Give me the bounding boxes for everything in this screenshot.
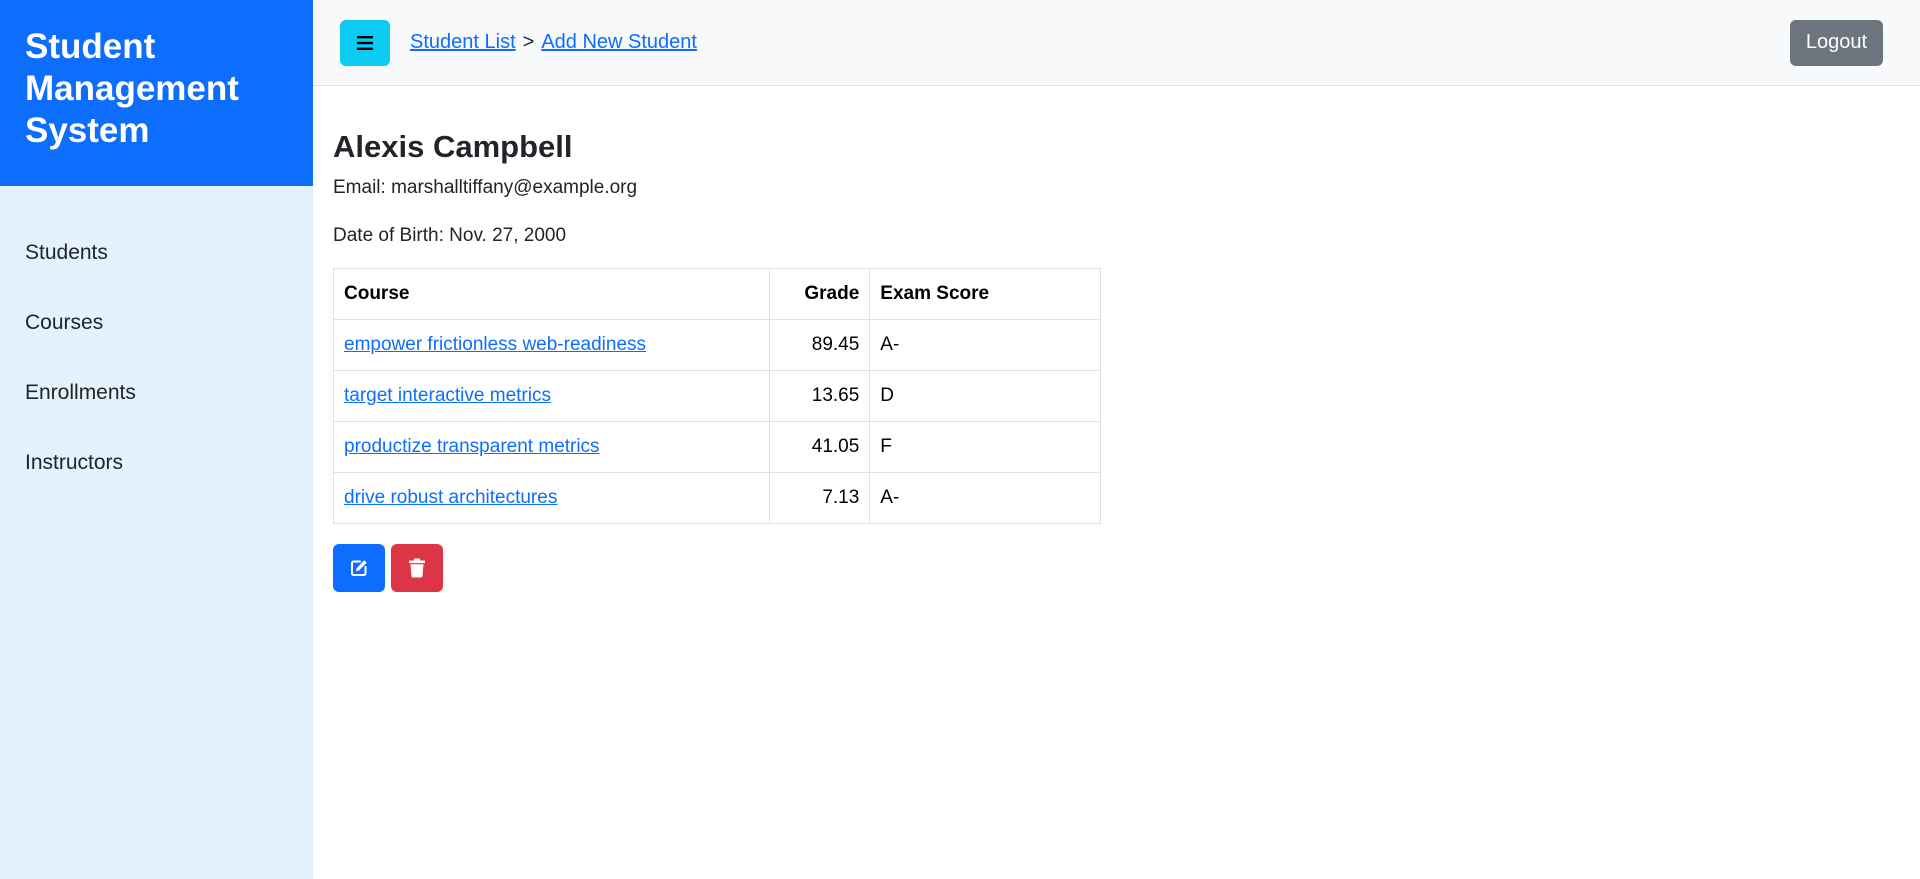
edit-student-button[interactable] — [333, 544, 385, 592]
sidebar: Student Management System Students Cours… — [0, 0, 313, 879]
course-link[interactable]: empower frictionless web-readiness — [344, 334, 646, 355]
table-header-row: Course Grade Exam Score — [332, 268, 1101, 320]
course-link[interactable]: drive robust architectures — [344, 487, 557, 508]
hamburger-icon — [357, 35, 373, 50]
sidebar-item-students[interactable]: Students — [0, 218, 313, 288]
grade-cell: 89.45 — [769, 319, 871, 371]
exam-score-cell: D — [869, 370, 1101, 422]
trash-icon — [409, 558, 425, 578]
student-email: Email: marshalltiffany@example.org — [333, 177, 638, 198]
grade-cell: 41.05 — [769, 421, 871, 473]
logout-button[interactable]: Logout — [1789, 19, 1883, 66]
edit-icon — [351, 560, 367, 576]
top-navbar: Student List > Add New Student Logout — [313, 0, 1920, 86]
exam-score-cell: A- — [869, 319, 1101, 371]
app-layout: Student Management System Students Cours… — [0, 0, 1920, 879]
student-actions — [333, 544, 1900, 592]
exam-score-cell: A- — [869, 472, 1101, 524]
breadcrumb: Student List > Add New Student — [410, 31, 1790, 54]
grade-cell: 7.13 — [769, 472, 871, 524]
course-cell: empower frictionless web-readiness — [332, 319, 771, 371]
sidebar-toggle-button[interactable] — [340, 19, 390, 66]
course-link[interactable]: productize transparent metrics — [344, 436, 600, 457]
course-cell: drive robust architectures — [332, 472, 771, 524]
sidebar-nav: Students Courses Enrollments Instructors — [0, 186, 313, 498]
table-row: drive robust architectures 7.13 A- — [332, 472, 1101, 524]
sidebar-item-courses[interactable]: Courses — [0, 288, 313, 358]
column-header-exam-score: Exam Score — [869, 268, 1101, 320]
column-header-course: Course — [332, 268, 771, 320]
table-row: productize transparent metrics 41.05 F — [332, 421, 1101, 473]
sidebar-item-instructors[interactable]: Instructors — [0, 428, 313, 498]
table-row: empower frictionless web-readiness 89.45… — [332, 319, 1101, 371]
grade-cell: 13.65 — [769, 370, 871, 422]
breadcrumb-separator: > — [522, 31, 535, 53]
student-date-of-birth: Date of Birth: Nov. 27, 2000 — [333, 225, 567, 246]
course-link[interactable]: target interactive metrics — [344, 385, 551, 406]
table-row: target interactive metrics 13.65 D — [332, 370, 1101, 422]
student-detail: Alexis Campbell Email: marshalltiffany@e… — [313, 86, 1920, 592]
breadcrumb-add-new-student-link[interactable]: Add New Student — [541, 31, 697, 54]
student-name: Alexis Campbell — [333, 129, 573, 164]
course-cell: target interactive metrics — [332, 370, 771, 422]
app-brand: Student Management System — [0, 0, 313, 186]
sidebar-item-enrollments[interactable]: Enrollments — [0, 358, 313, 428]
delete-student-button[interactable] — [391, 544, 443, 592]
breadcrumb-student-list-link[interactable]: Student List — [410, 31, 516, 54]
enrollment-table: Course Grade Exam Score empower friction… — [332, 268, 1101, 524]
course-cell: productize transparent metrics — [332, 421, 771, 473]
main-area: Student List > Add New Student Logout Al… — [313, 0, 1920, 879]
exam-score-cell: F — [869, 421, 1101, 473]
column-header-grade: Grade — [769, 268, 871, 320]
